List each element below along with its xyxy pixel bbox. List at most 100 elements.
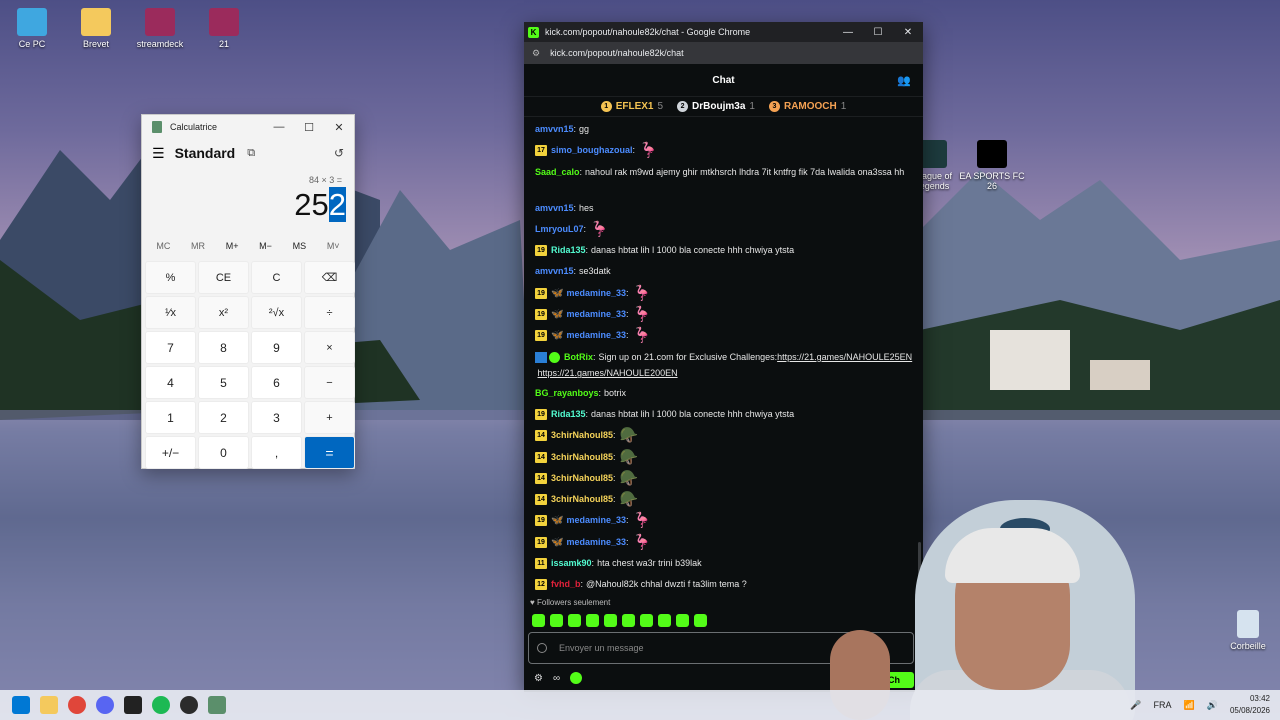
multiply-key[interactable]: × <box>304 331 355 364</box>
percent-key[interactable]: % <box>145 261 196 294</box>
memory-list-button[interactable]: M˅ <box>327 241 340 251</box>
chat-settings-icon[interactable]: ⚙ <box>534 673 543 684</box>
emote-button[interactable] <box>694 614 707 627</box>
negate-key[interactable]: +/− <box>145 436 196 469</box>
kick-logo-icon[interactable] <box>570 672 583 684</box>
emote-button[interactable] <box>658 614 671 627</box>
windows-start-icon[interactable] <box>12 696 30 714</box>
site-settings-icon[interactable]: ⚙ <box>532 48 540 59</box>
add-key[interactable]: + <box>304 401 355 434</box>
address-bar[interactable]: ⚙ kick.com/popout/nahoule82k/chat <box>524 42 923 64</box>
digit-9-key[interactable]: 9 <box>251 331 302 364</box>
chat-username[interactable]: medamine_33 <box>566 328 626 343</box>
history-icon[interactable]: ↺ <box>334 146 344 160</box>
square-key[interactable]: x² <box>198 296 249 329</box>
microphone-icon[interactable]: 🎤 <box>1130 700 1141 711</box>
chrome-icon[interactable] <box>68 696 86 714</box>
minimize-icon[interactable]: — <box>264 121 294 133</box>
chat-message-input[interactable] <box>559 643 859 653</box>
wifi-icon[interactable]: 📶 <box>1184 700 1195 711</box>
chat-username[interactable]: BG_rayanboys <box>535 386 599 401</box>
desktop-icon-21[interactable]: 21 <box>188 8 260 49</box>
chat-username[interactable]: amvvn15 <box>535 201 574 216</box>
emote-button[interactable] <box>622 614 635 627</box>
hamburger-menu-icon[interactable]: ☰ <box>152 145 165 162</box>
chat-username[interactable]: medamine_33 <box>566 307 626 322</box>
emote-button[interactable] <box>532 614 545 627</box>
digit-5-key[interactable]: 5 <box>198 366 249 399</box>
emote-button[interactable] <box>676 614 689 627</box>
clear-key[interactable]: C <box>251 261 302 294</box>
chat-username[interactable]: LmryouL07 <box>535 222 584 237</box>
digit-6-key[interactable]: 6 <box>251 366 302 399</box>
memory-store-button[interactable]: MS <box>293 241 307 251</box>
chat-username[interactable]: issamk90 <box>551 556 592 571</box>
gifter-2[interactable]: 2 DrBoujm3a 1 <box>677 101 755 112</box>
spotify-icon[interactable] <box>152 696 170 714</box>
chat-username[interactable]: medamine_33 <box>566 513 626 528</box>
volume-icon[interactable]: 🔊 <box>1207 700 1218 711</box>
clear-entry-key[interactable]: CE <box>198 261 249 294</box>
desktop-icon-this-pc[interactable]: Ce PC <box>0 8 68 49</box>
calculator-titlebar[interactable]: Calculatrice — ☐ ✕ <box>142 115 354 139</box>
keep-on-top-icon[interactable]: ⧉ <box>247 147 255 160</box>
divide-key[interactable]: ÷ <box>304 296 355 329</box>
chrome-titlebar[interactable]: K kick.com/popout/nahoule82k/chat - Goog… <box>524 22 923 42</box>
memory-add-button[interactable]: M+ <box>226 241 239 251</box>
close-icon[interactable]: ✕ <box>324 121 354 134</box>
subtract-key[interactable]: − <box>304 366 355 399</box>
minimize-icon[interactable]: — <box>833 27 863 38</box>
emote-button[interactable] <box>550 614 563 627</box>
gifter-3[interactable]: 3 RAMOOCH 1 <box>768 101 846 112</box>
chat-users-icon[interactable]: 👥 <box>897 74 911 87</box>
memory-subtract-button[interactable]: M− <box>259 241 272 251</box>
chat-username[interactable]: 3chirNahoul85 <box>551 428 613 443</box>
chat-link[interactable]: https://21.games/NAHOULE200EN <box>538 366 678 381</box>
obs-icon[interactable] <box>180 696 198 714</box>
chat-username[interactable]: simo_boughazoual <box>551 143 633 158</box>
capcut-icon[interactable] <box>124 696 142 714</box>
maximize-icon[interactable]: ☐ <box>863 27 893 38</box>
digit-1-key[interactable]: 1 <box>145 401 196 434</box>
backspace-key[interactable]: ⌫ <box>304 261 355 294</box>
square-root-key[interactable]: ²√x <box>251 296 302 329</box>
close-icon[interactable]: ✕ <box>893 27 923 38</box>
desktop-icon-brevet[interactable]: Brevet <box>60 8 132 49</box>
maximize-icon[interactable]: ☐ <box>294 121 324 134</box>
chat-username[interactable]: fvhd_b <box>551 577 581 592</box>
desktop-icon-ea-sports-fc[interactable]: EA SPORTS FC 26 <box>956 140 1028 191</box>
chat-username[interactable]: 3chirNahoul85 <box>551 450 613 465</box>
desktop-icon-recycle-bin[interactable]: Corbeille <box>1212 610 1280 651</box>
equals-key[interactable]: = <box>304 436 355 469</box>
memory-clear-button[interactable]: MC <box>156 241 170 251</box>
digit-2-key[interactable]: 2 <box>198 401 249 434</box>
clock[interactable]: 03:42 05/08/2026 <box>1230 693 1270 717</box>
digit-0-key[interactable]: 0 <box>198 436 249 469</box>
chat-username[interactable]: 3chirNahoul85 <box>551 471 613 486</box>
chat-username[interactable]: BotRix <box>564 350 593 365</box>
chat-username[interactable]: amvvn15 <box>535 122 574 137</box>
digit-4-key[interactable]: 4 <box>145 366 196 399</box>
emote-button[interactable] <box>604 614 617 627</box>
reciprocal-key[interactable]: ¹⁄x <box>145 296 196 329</box>
emote-button[interactable] <box>586 614 599 627</box>
decimal-key[interactable]: , <box>251 436 302 469</box>
gifter-1[interactable]: 1 EFLEX1 5 <box>600 101 663 112</box>
chat-username[interactable]: Rida135 <box>551 243 586 258</box>
chat-username[interactable]: medamine_33 <box>566 286 626 301</box>
discord-icon[interactable] <box>96 696 114 714</box>
memory-recall-button[interactable]: MR <box>191 241 205 251</box>
chat-username[interactable]: Saad_calo <box>535 165 580 180</box>
calculator-taskbar-icon[interactable] <box>208 696 226 714</box>
desktop-icon-streamdeck[interactable]: streamdeck <box>124 8 196 49</box>
chat-username[interactable]: amvvn15 <box>535 264 574 279</box>
chat-link[interactable]: https://21.games/NAHOULE25EN <box>777 350 912 365</box>
digit-3-key[interactable]: 3 <box>251 401 302 434</box>
language-indicator[interactable]: FRA <box>1154 700 1172 710</box>
chat-username[interactable]: medamine_33 <box>566 535 626 550</box>
infinity-icon[interactable]: ∞ <box>553 673 560 684</box>
emote-button[interactable] <box>568 614 581 627</box>
chat-username[interactable]: Rida135 <box>551 407 586 422</box>
chat-username[interactable]: 3chirNahoul85 <box>551 492 613 507</box>
digit-8-key[interactable]: 8 <box>198 331 249 364</box>
